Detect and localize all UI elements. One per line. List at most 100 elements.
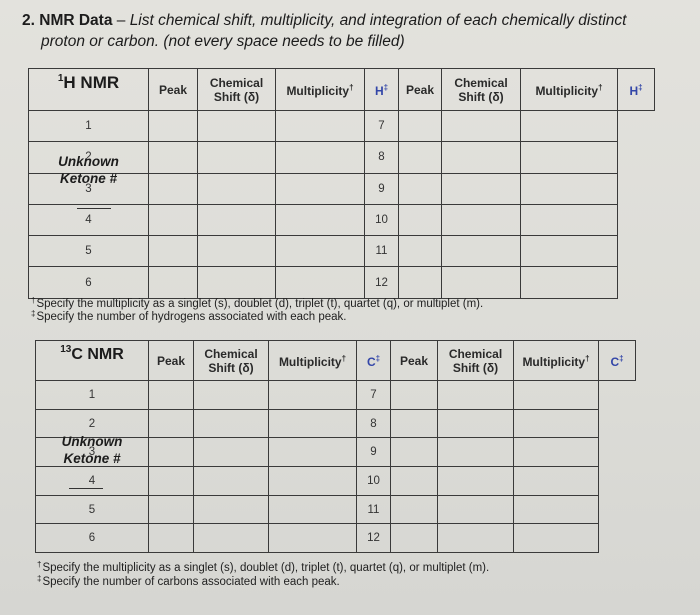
count-label: C bbox=[366, 355, 376, 369]
chem-shift-line-1: Chemical bbox=[448, 346, 503, 361]
multiplicity-cell[interactable] bbox=[197, 109, 276, 143]
multiplicity-cell[interactable] bbox=[441, 141, 521, 174]
integration-cell[interactable] bbox=[268, 437, 357, 468]
c-nmr-table: 13C NMR Unknown Ketone # Peak Chemical Sh… bbox=[35, 340, 636, 554]
chemical-shift-cell[interactable] bbox=[148, 380, 194, 410]
chemical-shift-cell[interactable] bbox=[398, 109, 442, 143]
question-number: 2. bbox=[22, 12, 35, 29]
multiplicity-cell[interactable] bbox=[193, 437, 269, 468]
multiplicity-cell[interactable] bbox=[441, 109, 521, 143]
integration-cell[interactable] bbox=[513, 408, 599, 439]
integration-cell[interactable] bbox=[268, 494, 357, 525]
integration-cell[interactable] bbox=[520, 172, 618, 205]
integration-cell[interactable] bbox=[513, 437, 599, 468]
question-heading: 2. NMR Data – List chemical shift, multi… bbox=[22, 10, 682, 52]
integration-cell[interactable] bbox=[520, 141, 618, 174]
peak-number: 11 bbox=[364, 235, 399, 268]
peak-number: 12 bbox=[356, 523, 391, 554]
h-nmr-label-cell: 1H NMR Unknown Ketone # bbox=[28, 68, 149, 210]
chemical-shift-cell[interactable] bbox=[390, 523, 438, 554]
integration-cell[interactable] bbox=[275, 172, 365, 205]
integration-cell[interactable] bbox=[275, 141, 365, 174]
dagger-mark: † bbox=[598, 83, 603, 92]
multiplicity-cell[interactable] bbox=[437, 494, 514, 525]
count-label: H bbox=[629, 84, 639, 98]
multiplicity-cell[interactable] bbox=[441, 235, 521, 268]
nmr-type: C NMR bbox=[71, 346, 124, 363]
dagger-mark: † bbox=[349, 83, 354, 92]
table-row: 6 12 bbox=[35, 523, 636, 554]
chemical-shift-cell[interactable] bbox=[148, 109, 198, 143]
multiplicity-cell[interactable] bbox=[441, 172, 521, 205]
integration-cell[interactable] bbox=[275, 203, 365, 237]
chemical-shift-cell[interactable] bbox=[148, 523, 194, 554]
chemical-shift-cell[interactable] bbox=[398, 235, 442, 268]
multiplicity-cell[interactable] bbox=[437, 408, 514, 439]
integration-cell[interactable] bbox=[268, 466, 357, 496]
chemical-shift-cell[interactable] bbox=[390, 437, 438, 468]
integration-cell[interactable] bbox=[520, 203, 618, 237]
integration-cell[interactable] bbox=[513, 380, 599, 410]
chemical-shift-cell[interactable] bbox=[390, 466, 438, 496]
multiplicity-cell[interactable] bbox=[437, 466, 514, 496]
ketone-number-blank[interactable] bbox=[77, 208, 111, 210]
chemical-shift-cell[interactable] bbox=[148, 437, 194, 468]
chemical-shift-cell[interactable] bbox=[148, 466, 194, 496]
peak-number: 6 bbox=[35, 523, 149, 554]
col-header-c-count: C‡ bbox=[356, 340, 391, 381]
multiplicity-cell[interactable] bbox=[197, 172, 276, 205]
question-title: NMR Data bbox=[39, 12, 113, 29]
multiplicity-cell[interactable] bbox=[437, 437, 514, 468]
multiplicity-cell[interactable] bbox=[193, 466, 269, 496]
integration-cell[interactable] bbox=[513, 494, 599, 525]
ketone-number-blank[interactable] bbox=[69, 488, 103, 490]
col-header-multiplicity-2: Multiplicity† bbox=[513, 340, 599, 381]
multiplicity-cell[interactable] bbox=[197, 235, 276, 268]
peak-number: 11 bbox=[356, 494, 391, 525]
chemical-shift-cell[interactable] bbox=[398, 172, 442, 205]
peak-number: 4 bbox=[35, 466, 149, 496]
multiplicity-cell[interactable] bbox=[193, 380, 269, 410]
multiplicity-cell[interactable] bbox=[441, 203, 521, 237]
multiplicity-cell[interactable] bbox=[437, 523, 514, 554]
chemical-shift-cell[interactable] bbox=[148, 494, 194, 525]
col-header-chemical-shift-2: Chemical Shift (δ) bbox=[437, 340, 514, 381]
double-dagger-mark: ‡ bbox=[619, 354, 624, 363]
integration-cell[interactable] bbox=[520, 266, 618, 299]
peak-number: 9 bbox=[364, 172, 399, 205]
multiplicity-cell[interactable] bbox=[197, 203, 276, 237]
chemical-shift-cell[interactable] bbox=[148, 172, 198, 205]
chem-shift-line-2: Shift (δ) bbox=[208, 360, 254, 375]
multiplicity-cell[interactable] bbox=[193, 494, 269, 525]
peak-number: 7 bbox=[364, 109, 399, 143]
integration-cell[interactable] bbox=[275, 235, 365, 268]
integration-cell[interactable] bbox=[268, 380, 357, 410]
chemical-shift-cell[interactable] bbox=[398, 203, 442, 237]
chemical-shift-cell[interactable] bbox=[148, 408, 194, 439]
integration-cell[interactable] bbox=[513, 466, 599, 496]
table-row: 5 11 bbox=[35, 494, 636, 525]
multiplicity-cell[interactable] bbox=[193, 523, 269, 554]
header-row: 13C NMR Unknown Ketone # Peak Chemical Sh… bbox=[35, 340, 636, 490]
chemical-shift-cell[interactable] bbox=[148, 203, 198, 237]
peak-number: 5 bbox=[35, 494, 149, 525]
col-header-h-count: H‡ bbox=[364, 68, 399, 111]
integration-cell[interactable] bbox=[268, 523, 357, 554]
peak-number: 8 bbox=[364, 141, 399, 174]
integration-cell[interactable] bbox=[275, 109, 365, 143]
chemical-shift-cell[interactable] bbox=[148, 235, 198, 268]
chemical-shift-cell[interactable] bbox=[148, 141, 198, 174]
multiplicity-cell[interactable] bbox=[437, 380, 514, 410]
integration-cell[interactable] bbox=[520, 109, 618, 143]
table-row: 4 10 bbox=[35, 466, 636, 496]
chemical-shift-cell[interactable] bbox=[390, 494, 438, 525]
integration-cell[interactable] bbox=[520, 235, 618, 268]
multiplicity-cell[interactable] bbox=[197, 141, 276, 174]
col-header-peak-2: Peak bbox=[398, 68, 442, 111]
chemical-shift-cell[interactable] bbox=[390, 408, 438, 439]
integration-cell[interactable] bbox=[513, 523, 599, 554]
chemical-shift-cell[interactable] bbox=[398, 141, 442, 174]
multiplicity-cell[interactable] bbox=[193, 408, 269, 439]
integration-cell[interactable] bbox=[268, 408, 357, 439]
chemical-shift-cell[interactable] bbox=[390, 380, 438, 410]
